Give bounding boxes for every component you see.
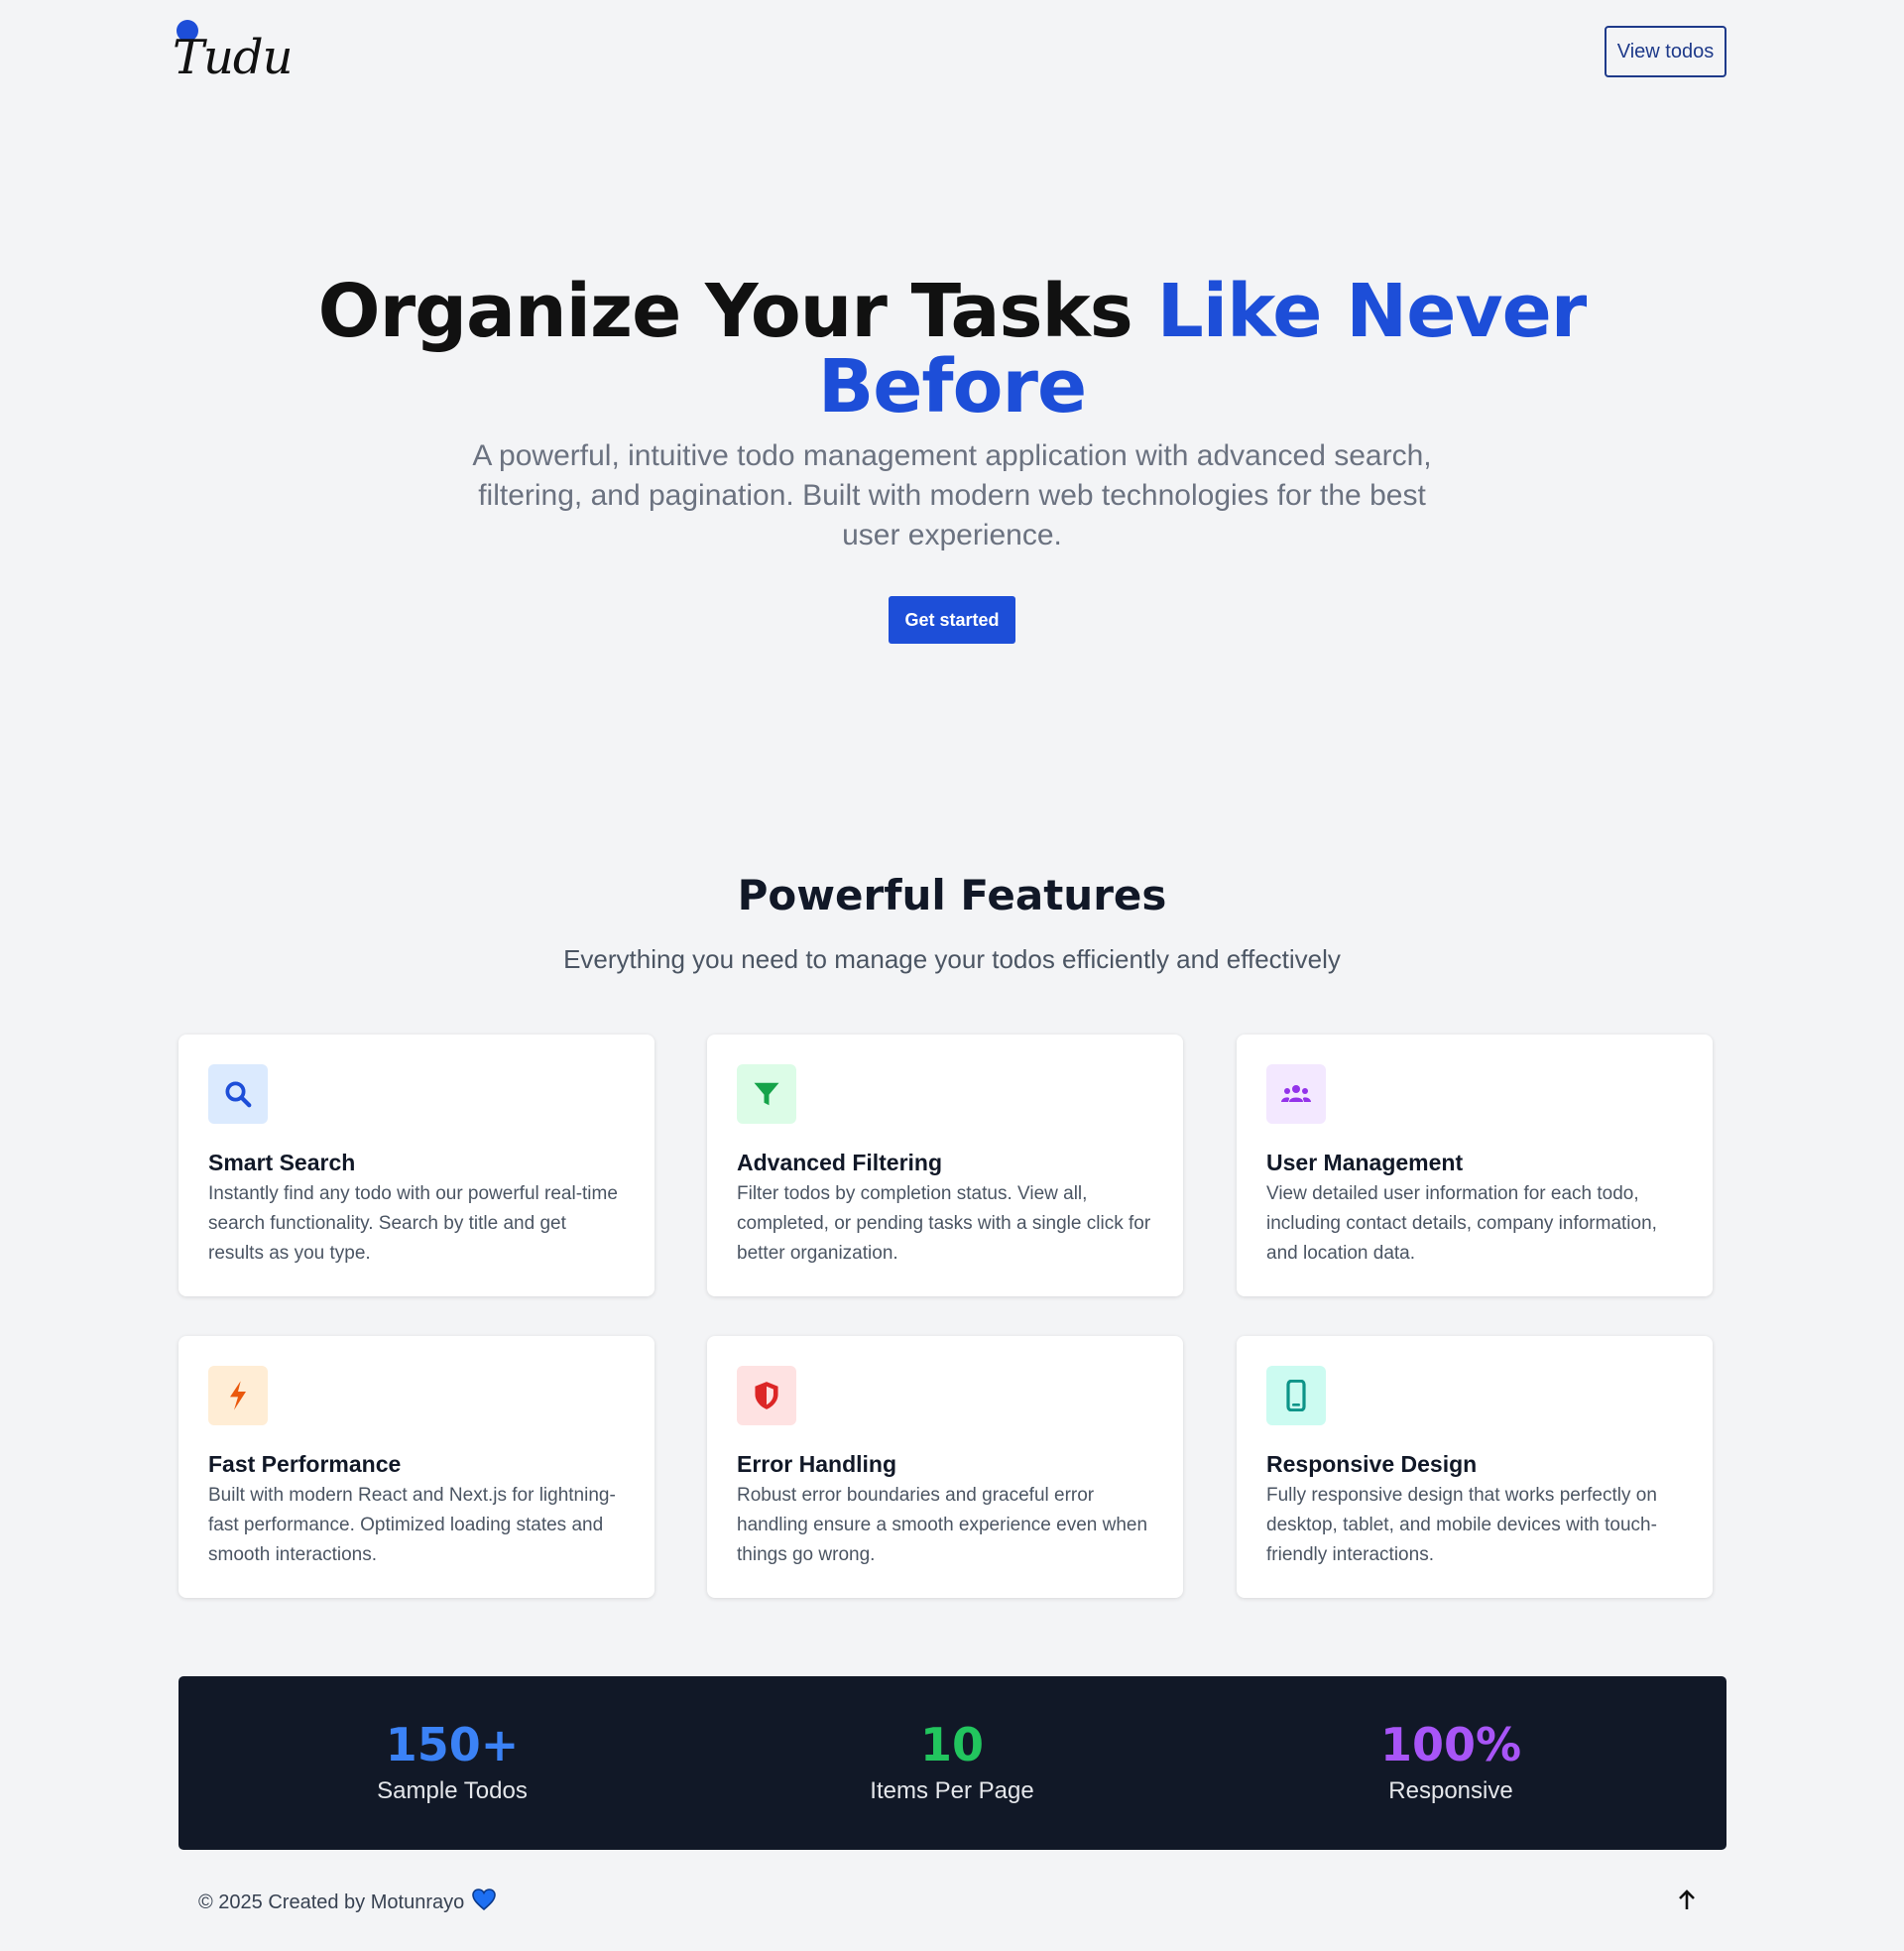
stat-items-per-page: 10 Items Per Page [754,1718,1150,1805]
header: Tudu View todos [0,0,1904,109]
feature-card-error-handling: Error Handling Robust error boundaries a… [707,1336,1183,1598]
feature-card-responsive-design: Responsive Design Fully responsive desig… [1237,1336,1713,1598]
stat-value: 150+ [385,1718,520,1771]
feature-card-user-management: User Management View detailed user infor… [1237,1035,1713,1296]
users-icon [1266,1064,1326,1124]
hero-title-main: Organize Your Tasks [317,269,1157,354]
feature-card-fast-performance: Fast Performance Built with modern React… [178,1336,654,1598]
feature-card-smart-search: Smart Search Instantly find any todo wit… [178,1035,654,1296]
features-subtitle: Everything you need to manage your todos… [563,944,1341,974]
feature-description: Filter todos by completion status. View … [737,1183,1151,1264]
shield-icon [737,1366,796,1425]
logo[interactable]: Tudu [169,18,294,87]
stat-label: Items Per Page [870,1777,1034,1804]
stat-value: 10 [919,1718,984,1771]
feature-card-advanced-filtering: Advanced Filtering Filter todos by compl… [707,1035,1183,1296]
search-icon [208,1064,268,1124]
heart-icon [472,1889,497,1916]
arrow-up-icon [1677,1889,1697,1914]
feature-title: User Management [1266,1150,1464,1175]
feature-description: View detailed user information for each … [1266,1183,1657,1264]
feature-title: Responsive Design [1266,1451,1478,1477]
footer: © 2025 Created by Motunrayo [198,1889,497,1916]
feature-description: Fully responsive design that works perfe… [1266,1485,1657,1565]
features-title: Powerful Features [737,871,1167,919]
hero-subtitle: A powerful, intuitive todo management ap… [472,439,1432,551]
stat-label: Responsive [1388,1777,1513,1804]
feature-description: Instantly find any todo with our powerfu… [208,1183,618,1264]
hero-title: Organize Your Tasks Like Never Before [258,274,1646,425]
stat-sample-todos: 150+ Sample Todos [254,1718,651,1805]
stat-label: Sample Todos [377,1777,528,1804]
feature-title: Advanced Filtering [737,1150,943,1175]
feature-title: Fast Performance [208,1451,402,1477]
feature-description: Built with modern React and Next.js for … [208,1485,616,1565]
filter-icon [737,1064,796,1124]
lightning-icon [208,1366,268,1425]
feature-description: Robust error boundaries and graceful err… [737,1485,1148,1565]
feature-title: Error Handling [737,1451,897,1477]
stat-responsive: 100% Responsive [1252,1718,1649,1805]
logo-text: Tudu [173,30,294,85]
feature-title: Smart Search [208,1150,356,1175]
scroll-to-top-button[interactable] [1672,1887,1702,1916]
get-started-button[interactable]: Get started [889,596,1015,644]
footer-copyright: © 2025 Created by Motunrayo [198,1890,465,1913]
stats-banner: 150+ Sample Todos 10 Items Per Page 100%… [178,1676,1726,1850]
stat-value: 100% [1379,1718,1522,1771]
mobile-icon [1266,1366,1326,1425]
view-todos-button[interactable]: View todos [1605,26,1726,77]
